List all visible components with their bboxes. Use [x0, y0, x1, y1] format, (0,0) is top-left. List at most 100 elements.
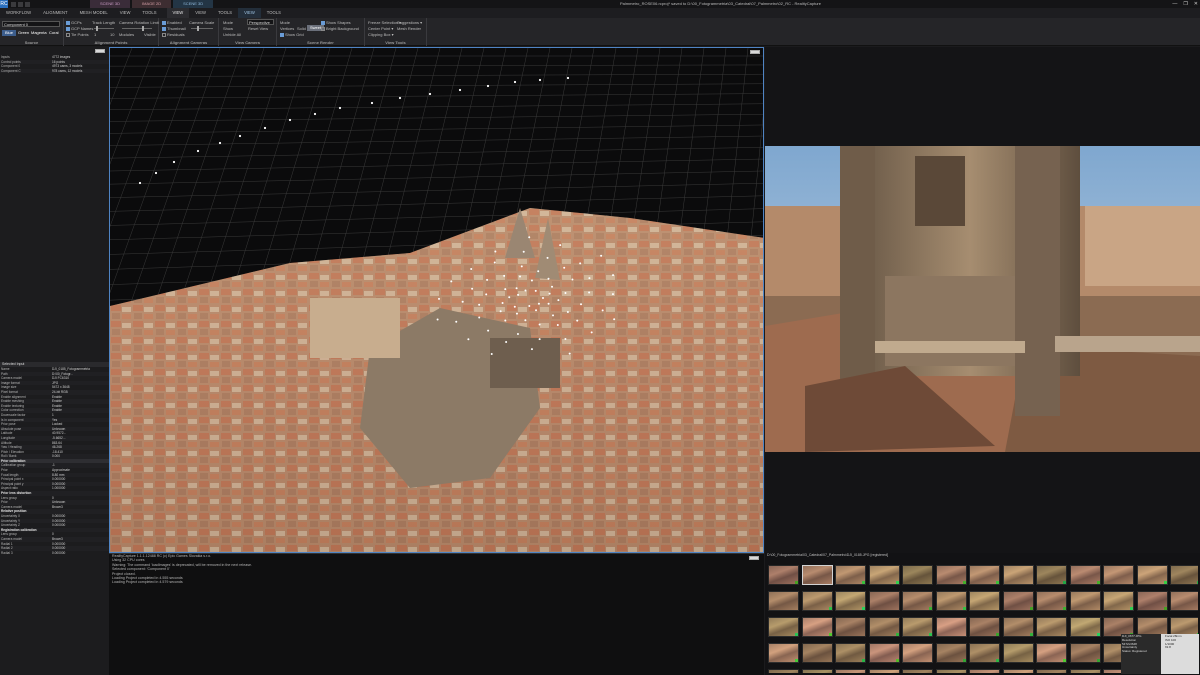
image-thumbnail[interactable]: [835, 669, 866, 673]
image-thumbnail[interactable]: [801, 565, 833, 585]
image-thumbnail[interactable]: [1170, 591, 1198, 611]
image-thumbnail[interactable]: [969, 565, 1000, 585]
enabled-checkbox[interactable]: Enabled: [162, 20, 182, 25]
image-thumbnail[interactable]: [1069, 617, 1101, 637]
image-thumbnail[interactable]: [969, 669, 1000, 673]
unhide-all-button[interactable]: Unhide All: [223, 32, 241, 37]
image-thumbnail[interactable]: [1069, 565, 1101, 585]
image-thumbnail[interactable]: [1103, 565, 1134, 585]
component-select[interactable]: Component 0: [2, 21, 60, 27]
gcp-names-checkbox[interactable]: GCP Names: [66, 26, 93, 31]
image-thumbnail[interactable]: [1036, 643, 1067, 663]
image-thumbnail[interactable]: [1036, 565, 1067, 585]
projection-select[interactable]: Perspective: [247, 19, 274, 25]
image-thumbnail[interactable]: [902, 617, 933, 637]
image-thumbnail[interactable]: [935, 643, 967, 663]
camera-scale-slider[interactable]: [191, 26, 213, 31]
image-thumbnail[interactable]: [868, 617, 900, 637]
color-blue-button[interactable]: Blue: [2, 30, 17, 36]
image-thumbnail[interactable]: [1036, 591, 1067, 611]
image-thumbnail[interactable]: [1069, 591, 1101, 611]
image-thumbnail[interactable]: [935, 669, 967, 673]
image-thumbnail[interactable]: [935, 591, 967, 611]
image-thumbnail[interactable]: [801, 591, 833, 611]
image-thumbnail[interactable]: [768, 669, 799, 673]
image-thumbnail[interactable]: [1170, 565, 1198, 585]
tree-row[interactable]: Component C 978 cams, 12 models: [0, 68, 109, 74]
image-thumbnail[interactable]: [868, 565, 900, 585]
close-icon[interactable]: ✕: [1194, 0, 1198, 8]
center-point-button[interactable]: Center Point ▾: [368, 26, 393, 31]
image-thumbnail[interactable]: [1002, 591, 1034, 611]
context-tab-image2d[interactable]: IMAGE 2D: [132, 0, 172, 8]
show-shapes-checkbox[interactable]: Show Shapes: [321, 20, 351, 25]
tab-mesh-model[interactable]: MESH MODEL: [74, 8, 114, 18]
tab-view[interactable]: VIEW: [114, 8, 137, 18]
image-thumbnail[interactable]: [1002, 643, 1034, 663]
image-thumbnail[interactable]: [768, 565, 799, 585]
console-menu-button[interactable]: [749, 556, 759, 560]
vertices-button[interactable]: Vertices: [280, 26, 294, 31]
thumbnail-checkbox[interactable]: Thumbnail: [162, 26, 186, 31]
image-thumbnail[interactable]: [835, 565, 866, 585]
image-thumbnail[interactable]: [1002, 565, 1034, 585]
viewport-menu-button[interactable]: [750, 50, 760, 54]
image-thumbnail[interactable]: [902, 565, 933, 585]
image-thumbnail[interactable]: [801, 669, 833, 673]
image-thumbnail[interactable]: [1069, 643, 1101, 663]
image-thumbnail[interactable]: [969, 591, 1000, 611]
suggestions-button[interactable]: Suggestions ▾: [397, 20, 422, 25]
image-thumbnail[interactable]: [768, 591, 799, 611]
context-tab-scene3d-2[interactable]: SCENE 3D: [173, 0, 214, 8]
solid-button[interactable]: Solid: [297, 26, 306, 31]
tab-alignment[interactable]: ALIGNMENT: [37, 8, 73, 18]
image-thumbnail[interactable]: [835, 591, 866, 611]
image-thumbnail[interactable]: [768, 643, 799, 663]
tab-image2d-view[interactable]: VIEW: [189, 8, 212, 18]
image-thumbnail[interactable]: [902, 643, 933, 663]
show-grid-checkbox[interactable]: Show Grid: [280, 32, 304, 37]
image-thumbnail[interactable]: [1136, 565, 1168, 585]
bright-background-checkbox[interactable]: Bright Background: [321, 26, 359, 31]
reset-view-button[interactable]: Reset View: [248, 26, 268, 31]
minimize-icon[interactable]: —: [1172, 0, 1177, 8]
image-thumbnail[interactable]: [868, 643, 900, 663]
image-thumbnail[interactable]: [801, 643, 833, 663]
3d-scene-viewport[interactable]: [109, 47, 764, 553]
image-thumbnail[interactable]: [902, 591, 933, 611]
image-thumbnail[interactable]: [1002, 669, 1034, 673]
image-thumbnail[interactable]: [1036, 669, 1067, 673]
maximize-icon[interactable]: ❐: [1183, 0, 1187, 8]
undo-icon[interactable]: [18, 1, 23, 7]
residuals-checkbox[interactable]: Residuals: [162, 32, 185, 37]
image-thumbnail[interactable]: [935, 565, 967, 585]
panel-menu-button[interactable]: [95, 49, 105, 53]
tab-workflow[interactable]: WORKFLOW: [0, 8, 37, 18]
image-thumbnail[interactable]: [868, 591, 900, 611]
show-button[interactable]: Show: [223, 26, 233, 31]
image-thumbnail[interactable]: [969, 617, 1000, 637]
save-icon[interactable]: [11, 1, 16, 7]
image-thumbnail[interactable]: [902, 669, 933, 673]
image-thumbnail[interactable]: [1069, 669, 1101, 673]
tab-image2d-tools[interactable]: TOOLS: [212, 8, 238, 18]
tab-tools[interactable]: TOOLS: [136, 8, 162, 18]
tab-scene3d-view[interactable]: VIEW: [166, 8, 190, 18]
track-length-slider[interactable]: [94, 26, 114, 31]
mesh-render-button[interactable]: Mesh Render: [397, 26, 421, 31]
property-row[interactable]: Radial 3 0.000000: [0, 551, 109, 556]
gcps-checkbox[interactable]: GCPs: [66, 20, 82, 25]
image-thumbnail[interactable]: [1103, 591, 1134, 611]
tab-scene3d2-view[interactable]: VIEW: [238, 8, 261, 18]
image-thumbnail[interactable]: [801, 617, 833, 637]
image-thumbnail[interactable]: [1002, 617, 1034, 637]
image-thumbnail[interactable]: [1136, 591, 1168, 611]
tie-points-checkbox[interactable]: Tie Points: [66, 32, 89, 37]
image-thumbnail[interactable]: [868, 669, 900, 673]
image-thumbnail[interactable]: [935, 617, 967, 637]
image-thumbnail[interactable]: [835, 617, 866, 637]
color-coral-button[interactable]: Coral: [46, 30, 62, 36]
clipping-box-button[interactable]: Clipping Box ▾: [368, 32, 394, 37]
context-tab-scene3d-1[interactable]: SCENE 3D: [90, 0, 131, 8]
image-thumbnail[interactable]: [1036, 617, 1067, 637]
